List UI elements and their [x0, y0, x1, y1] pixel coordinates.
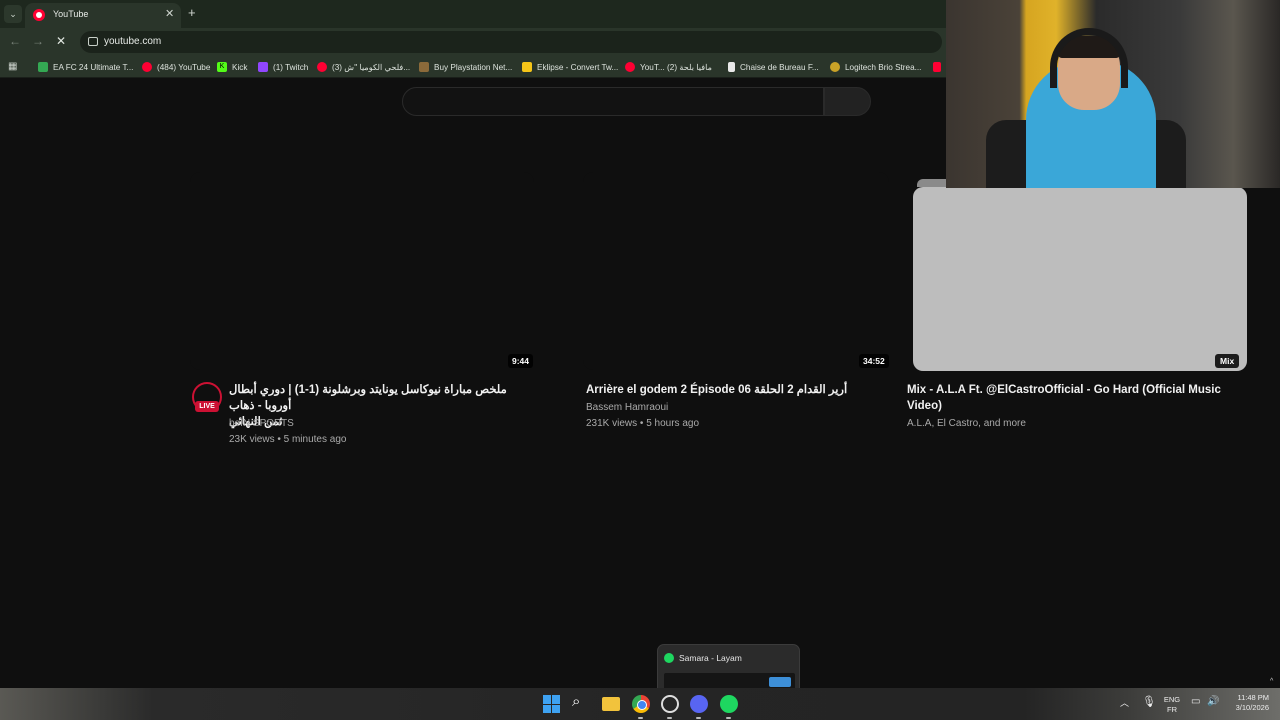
browser-toolbar: ← → ✕ youtube.com	[0, 28, 946, 56]
bookmark-youtube-mafia[interactable]: YouT... مافيا بلحة (2)	[625, 60, 712, 74]
windows-taskbar: ⌕	[0, 688, 1280, 720]
tray-overflow-icon[interactable]: ︿	[1120, 696, 1129, 709]
tab-youtube[interactable]: YouTube ✕	[25, 3, 181, 28]
url-text[interactable]: youtube.com	[104, 36, 161, 47]
tab-title: YouTube	[53, 9, 89, 19]
network-icon[interactable]: ▭	[1191, 696, 1200, 707]
system-clock[interactable]: 11:48 PM 3/10/2026	[1224, 693, 1269, 713]
mix-badge: Mix	[1215, 354, 1240, 368]
ea-icon	[38, 62, 48, 72]
spotify-icon	[664, 653, 674, 663]
spotify-window-title: Samara - Layam	[679, 653, 742, 663]
tab-search-icon[interactable]: ⌄	[4, 5, 22, 23]
spotify-preview-popup[interactable]: Samara - Layam	[657, 644, 800, 690]
obs-icon[interactable]	[661, 695, 679, 713]
duration-badge: 34:52	[859, 354, 889, 368]
youtube-icon	[142, 62, 152, 72]
spotify-taskbar-icon[interactable]	[720, 695, 738, 713]
bookmark-playstation[interactable]: Buy Playstation Net...	[419, 60, 512, 74]
eklipse-icon	[522, 62, 532, 72]
channel-name-2[interactable]: Bassem Hamraoui	[586, 400, 668, 416]
channel-name-3[interactable]: A.L.A, El Castro, and more	[907, 416, 1026, 432]
bookmarks-bar: ▦ EA FC 24 Ultimate T... (484) YouTube K…	[0, 56, 946, 78]
file-explorer-icon[interactable]	[602, 697, 620, 711]
logitech-icon	[830, 62, 840, 72]
bookmark-icon	[933, 62, 941, 72]
video-title-3[interactable]: Mix - A.L.A Ft. @ElCastroOfficial - Go H…	[907, 382, 1237, 414]
bookmark-youtube-arabic[interactable]: (3) فلحي الكوميا "ش...	[317, 60, 410, 74]
youtube-favicon-icon	[33, 9, 45, 21]
discord-icon[interactable]	[690, 695, 708, 713]
bookmark-overflow[interactable]	[933, 60, 941, 74]
scroll-up-caret-icon: ^	[1270, 678, 1274, 685]
windows-start-icon[interactable]	[543, 695, 561, 713]
youtube-icon	[317, 62, 327, 72]
site-info-icon[interactable]	[88, 37, 98, 46]
kick-icon: K	[217, 62, 227, 72]
apps-grid-icon[interactable]: ▦	[8, 61, 17, 72]
video-title-2[interactable]: Arrière el godem 2 Épisode 06 أرير القدا…	[586, 382, 886, 398]
channel-name-1[interactable]: beIN SPORTS	[229, 416, 294, 432]
tab-close-icon[interactable]: ✕	[165, 7, 174, 20]
video-thumbnail-3[interactable]	[913, 187, 1247, 371]
video-thumbnail-2[interactable]	[583, 172, 889, 370]
live-badge: LIVE	[195, 401, 219, 412]
bookmark-youtube[interactable]: (484) YouTube	[142, 60, 210, 74]
webcam-overlay	[946, 0, 1280, 188]
bookmark-twitch[interactable]: (1) Twitch	[258, 60, 308, 74]
bookmark-ea-fc[interactable]: EA FC 24 Ultimate T...	[38, 60, 133, 74]
headset	[1050, 28, 1128, 88]
browser-tab-strip: ⌄ YouTube ✕ +	[0, 0, 946, 28]
bookmark-logitech[interactable]: Logitech Brio Strea...	[830, 60, 921, 74]
volume-icon[interactable]: 🔊	[1207, 696, 1219, 707]
forward-icon[interactable]: →	[32, 34, 44, 48]
running-indicator	[726, 717, 731, 719]
address-bar[interactable]: youtube.com	[80, 31, 942, 53]
language-indicator[interactable]: ENG FR	[1162, 695, 1182, 715]
bookmark-eklipse[interactable]: Eklipse - Convert Tw...	[522, 60, 618, 74]
running-indicator	[638, 717, 643, 719]
store-icon	[419, 62, 429, 72]
bookmark-kick[interactable]: K Kick	[217, 60, 247, 74]
video-thumbnail-1[interactable]	[190, 172, 534, 370]
new-tab-button[interactable]: +	[188, 5, 196, 20]
youtube-search-input[interactable]	[402, 87, 824, 116]
youtube-icon	[625, 62, 635, 72]
youtube-search-button[interactable]	[824, 87, 871, 116]
chrome-icon[interactable]	[632, 695, 650, 713]
video-stats-2: 231K views • 5 hours ago	[586, 418, 700, 429]
page-icon	[728, 62, 735, 72]
microphone-icon[interactable]: 🎙	[1142, 695, 1156, 708]
stop-loading-icon[interactable]: ✕	[56, 34, 66, 48]
bookmark-chaise[interactable]: Chaise de Bureau F...	[728, 60, 819, 74]
running-indicator	[696, 717, 701, 719]
duration-badge: 9:44	[508, 354, 534, 368]
back-icon[interactable]: ←	[9, 34, 21, 48]
twitch-icon	[258, 62, 268, 72]
video-stats-1: 23K views • 5 minutes ago	[229, 434, 347, 445]
search-icon[interactable]: ⌕	[572, 693, 590, 711]
running-indicator	[667, 717, 672, 719]
